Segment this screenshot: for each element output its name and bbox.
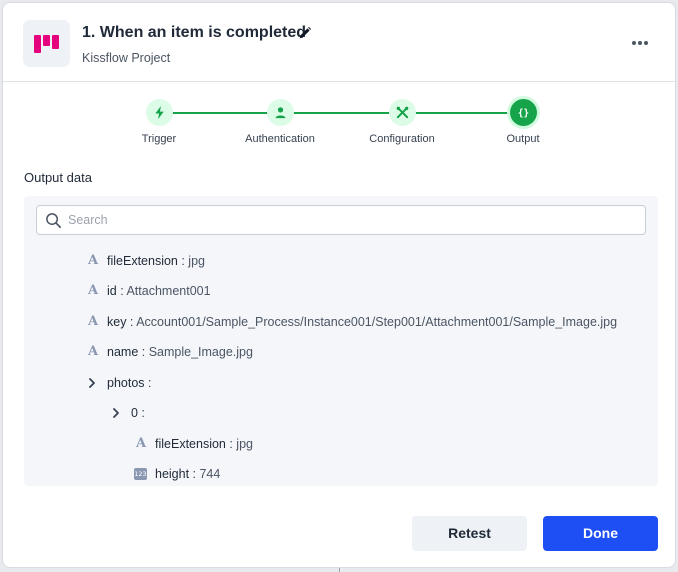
step-config-panel: 1. When an item is completed Kissflow Pr… xyxy=(2,2,676,568)
field-key: key xyxy=(107,315,127,329)
output-data-tree[interactable]: A fileExtension : jpg A id : Attachment0… xyxy=(24,196,658,486)
step-configuration[interactable]: Configuration xyxy=(347,99,457,145)
field-value: Sample_Image.jpg xyxy=(148,345,253,359)
field-value: 744 xyxy=(199,467,221,481)
field-value: Account001/Sample_Process/Instance001/St… xyxy=(136,315,618,329)
done-button[interactable]: Done xyxy=(543,516,658,551)
lightning-icon xyxy=(145,99,173,126)
step-label: Trigger xyxy=(141,133,177,145)
field-key: 0 xyxy=(131,406,138,420)
more-options-icon[interactable] xyxy=(629,35,651,51)
text-type-icon: A xyxy=(87,344,99,359)
search-input[interactable] xyxy=(68,206,638,234)
text-type-icon: A xyxy=(87,283,99,298)
output-data-heading: Output data xyxy=(24,170,92,185)
chevron-right-icon[interactable] xyxy=(86,377,98,389)
edit-pencil-icon[interactable] xyxy=(298,26,312,40)
field-value: jpg xyxy=(188,254,205,268)
field-key: photos xyxy=(107,376,145,390)
text-type-icon: A xyxy=(87,253,99,268)
kissflow-logo-icon xyxy=(34,35,59,53)
step-trigger[interactable]: Trigger xyxy=(104,99,214,145)
step-label: Configuration xyxy=(369,133,435,145)
panel-header: 1. When an item is completed Kissflow Pr… xyxy=(3,3,675,82)
braces-icon: {} xyxy=(509,99,537,126)
scroll-indicator xyxy=(339,568,340,572)
text-type-icon: A xyxy=(87,314,99,329)
field-key: fileExtension xyxy=(155,437,226,451)
text-type-icon: A xyxy=(135,436,147,451)
field-key: fileExtension xyxy=(107,254,178,268)
app-name: Kissflow Project xyxy=(82,51,171,65)
field-key: name xyxy=(107,345,139,359)
svg-text:{}: {} xyxy=(517,108,528,119)
step-label: Authentication xyxy=(245,133,315,145)
field-value: Attachment001 xyxy=(126,284,211,298)
retest-button[interactable]: Retest xyxy=(412,516,527,551)
number-type-icon: 123 xyxy=(134,468,147,480)
step-title: 1. When an item is completed xyxy=(82,24,307,41)
search-icon xyxy=(46,213,61,228)
step-label: Output xyxy=(506,133,540,145)
field-key: id xyxy=(107,284,117,298)
step-authentication[interactable]: Authentication xyxy=(225,99,335,145)
tools-icon xyxy=(388,99,416,126)
step-output[interactable]: {} Output xyxy=(468,99,578,145)
field-value: jpg xyxy=(236,437,253,451)
search-field[interactable] xyxy=(36,205,646,235)
user-icon xyxy=(266,99,294,126)
app-logo-tile xyxy=(23,20,70,67)
field-key: height xyxy=(155,467,190,481)
chevron-right-icon[interactable] xyxy=(110,407,122,419)
